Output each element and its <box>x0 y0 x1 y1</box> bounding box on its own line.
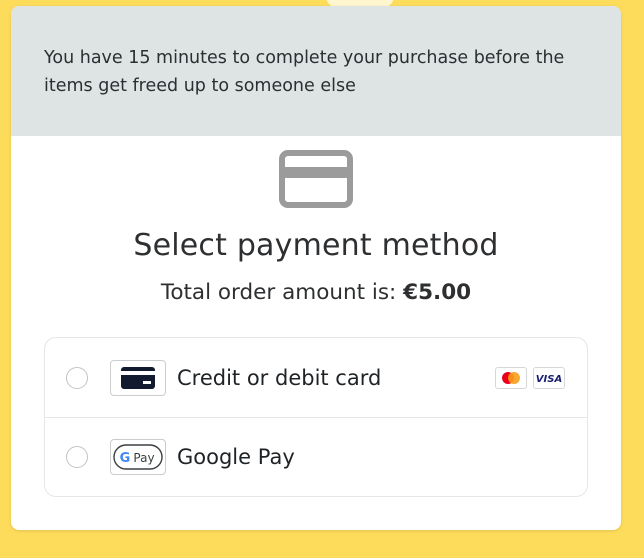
svg-text:VISA: VISA <box>536 374 562 384</box>
google-pay-icon: G Pay <box>113 444 163 470</box>
svg-text:G: G <box>120 451 131 466</box>
page-title: Select payment method <box>133 228 499 263</box>
visa-logo: VISA <box>533 366 565 389</box>
google-pay-logo: G Pay <box>110 439 166 475</box>
card-brands: VISA <box>495 366 565 389</box>
payment-option-google-pay[interactable]: G Pay Google Pay <box>45 417 587 496</box>
payment-option-label: Google Pay <box>177 445 295 469</box>
mastercard-icon <box>502 371 520 384</box>
mastercard-logo <box>495 366 527 389</box>
payment-option-label: Credit or debit card <box>177 365 382 390</box>
credit-card-icon <box>121 366 155 389</box>
radio-card[interactable] <box>66 366 88 389</box>
visa-icon: VISA <box>536 374 562 384</box>
payment-method-list: Credit or debit card VISA G Pay Google P… <box>44 337 588 497</box>
radio-google-pay[interactable] <box>66 446 88 468</box>
svg-text:Pay: Pay <box>133 451 154 465</box>
card-logo <box>110 359 166 396</box>
credit-card-icon <box>279 150 353 208</box>
payment-card: You have 15 minutes to complete your pur… <box>11 6 621 530</box>
timer-notice: You have 15 minutes to complete your pur… <box>11 6 621 136</box>
payment-option-card[interactable]: Credit or debit card VISA <box>45 338 587 417</box>
order-total-amount: €5.00 <box>403 280 472 305</box>
order-total: Total order amount is: €5.00 <box>11 280 621 305</box>
order-total-label: Total order amount is: <box>160 280 404 305</box>
